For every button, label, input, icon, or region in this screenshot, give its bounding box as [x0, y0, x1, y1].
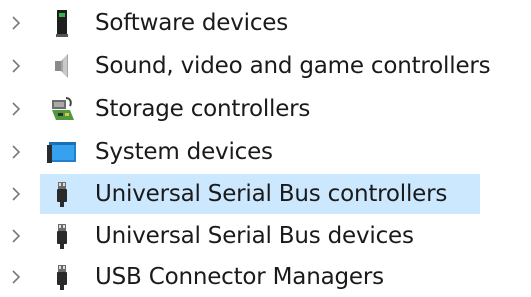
tree-item-label: Universal Serial Bus devices — [95, 223, 414, 249]
usb-plug-icon — [57, 224, 67, 249]
chevron-right-icon[interactable] — [6, 56, 26, 76]
speaker-icon — [55, 54, 68, 78]
chevron-right-icon[interactable] — [6, 13, 26, 33]
tree-item-sound-video-game[interactable]: Sound, video and game controllers — [0, 46, 531, 86]
tree-item-software-devices[interactable]: Software devices — [0, 3, 531, 43]
chevron-right-icon[interactable] — [6, 142, 26, 162]
tree-item-label: USB Connector Managers — [95, 264, 384, 290]
usb-plug-icon — [57, 182, 67, 207]
device-tree: Software devices Sound, video and game c… — [0, 0, 531, 297]
tree-item-label: Universal Serial Bus controllers — [95, 181, 448, 207]
software-device-icon — [56, 10, 68, 37]
tree-item-label: System devices — [95, 139, 273, 165]
tree-item-usb-controllers[interactable]: Universal Serial Bus controllers — [0, 174, 531, 214]
chevron-right-icon[interactable] — [6, 184, 26, 204]
chevron-right-icon[interactable] — [6, 99, 26, 119]
tree-item-storage-controllers[interactable]: Storage controllers — [0, 89, 531, 129]
tree-item-usb-devices[interactable]: Universal Serial Bus devices — [0, 216, 531, 256]
tree-item-label: Software devices — [95, 10, 289, 36]
tree-item-label: Sound, video and game controllers — [95, 53, 491, 79]
system-devices-icon — [47, 142, 76, 163]
tree-item-system-devices[interactable]: System devices — [0, 132, 531, 172]
tree-item-label: Storage controllers — [95, 96, 311, 122]
usb-plug-icon — [57, 265, 67, 290]
storage-controller-icon — [52, 97, 74, 120]
tree-item-usb-connector-managers[interactable]: USB Connector Managers — [0, 257, 531, 297]
chevron-right-icon[interactable] — [6, 267, 26, 287]
chevron-right-icon[interactable] — [6, 226, 26, 246]
